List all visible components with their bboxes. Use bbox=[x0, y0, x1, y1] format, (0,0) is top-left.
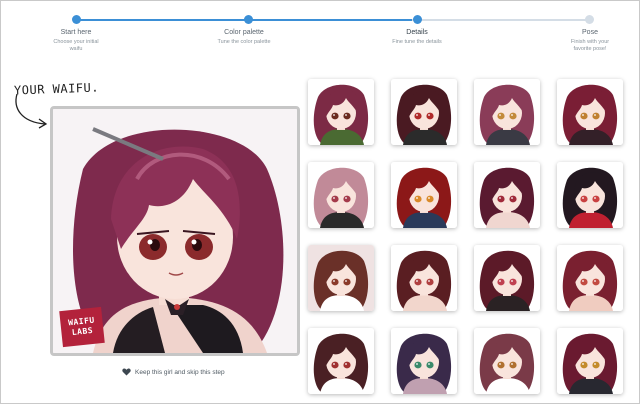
waifu-thumbnail-image bbox=[557, 245, 623, 311]
waifu-variation-tile[interactable] bbox=[308, 245, 374, 311]
waifu-thumbnail-image bbox=[391, 245, 457, 311]
logo-line: LABS bbox=[71, 325, 94, 338]
waifu-variation-tile[interactable] bbox=[391, 328, 457, 394]
waifu-variation-tile[interactable] bbox=[308, 79, 374, 145]
waifu-variation-tile[interactable] bbox=[474, 245, 540, 311]
waifu-thumbnail-image bbox=[474, 245, 540, 311]
step-title: Color palette bbox=[224, 29, 264, 36]
waifu-variation-tile[interactable] bbox=[557, 328, 623, 394]
step-pose[interactable]: Pose Finish with your favorite pose! bbox=[535, 28, 640, 53]
waifu-labs-logo: WAIFU LABS bbox=[59, 306, 105, 348]
heart-icon bbox=[122, 368, 131, 376]
step-details[interactable]: Details Fine tune the details bbox=[362, 28, 472, 46]
step-description: Choose your initial waifu bbox=[53, 39, 99, 52]
waifu-thumbnail-image bbox=[474, 328, 540, 394]
waifu-variation-tile[interactable] bbox=[474, 79, 540, 145]
step-description: Finish with your favorite pose! bbox=[570, 39, 610, 52]
waifu-variation-tile[interactable] bbox=[557, 162, 623, 228]
waifu-thumbnail-image bbox=[557, 79, 623, 145]
waifu-variation-tile[interactable] bbox=[391, 79, 457, 145]
step-dot-details[interactable] bbox=[413, 15, 422, 24]
step-dot-color[interactable] bbox=[244, 15, 253, 24]
step-start-here[interactable]: Start here Choose your initial waifu bbox=[21, 28, 131, 53]
keep-link-text: Keep this girl and skip this step bbox=[135, 368, 225, 376]
step-title: Pose bbox=[582, 29, 598, 36]
curved-arrow-icon bbox=[15, 93, 48, 129]
waifu-variation-tile[interactable] bbox=[391, 245, 457, 311]
waifu-variation-tile[interactable] bbox=[474, 328, 540, 394]
waifu-thumbnail-image bbox=[557, 328, 623, 394]
waifu-thumbnail-image bbox=[308, 79, 374, 145]
step-title: Details bbox=[406, 29, 428, 36]
waifu-variation-tile[interactable] bbox=[557, 79, 623, 145]
waifu-thumbnail-image bbox=[474, 162, 540, 228]
waifu-variation-tile[interactable] bbox=[308, 162, 374, 228]
step-title: Start here bbox=[60, 29, 92, 36]
waifu-variation-tile[interactable] bbox=[557, 245, 623, 311]
keep-and-skip-link[interactable]: Keep this girl and skip this step bbox=[122, 368, 225, 376]
waifu-thumbnail-image bbox=[474, 79, 540, 145]
step-description: Tune the color palette bbox=[217, 39, 271, 45]
waifu-variation-tile[interactable] bbox=[391, 162, 457, 228]
step-dot-pose[interactable] bbox=[585, 15, 594, 24]
waifu-thumbnail-image bbox=[391, 79, 457, 145]
step-color-palette[interactable]: Color palette Tune the color palette bbox=[189, 28, 299, 46]
waifu-thumbnail-image bbox=[308, 162, 374, 228]
waifu-thumbnail-image bbox=[557, 162, 623, 228]
step-description: Fine tune the details bbox=[392, 39, 442, 45]
waifu-variation-tile[interactable] bbox=[308, 328, 374, 394]
waifu-thumbnail-image bbox=[391, 328, 457, 394]
selected-waifu-portrait: WAIFU LABS bbox=[50, 106, 300, 356]
progress-stepper: Start here Choose your initial waifu Col… bbox=[0, 0, 640, 66]
waifu-thumbnail-image bbox=[391, 162, 457, 228]
waifu-variation-tile[interactable] bbox=[474, 162, 540, 228]
waifu-thumbnail-image bbox=[308, 245, 374, 311]
waifu-thumbnail-image bbox=[308, 328, 374, 394]
step-dot-start[interactable] bbox=[72, 15, 81, 24]
stepper-track-remaining bbox=[412, 19, 590, 21]
